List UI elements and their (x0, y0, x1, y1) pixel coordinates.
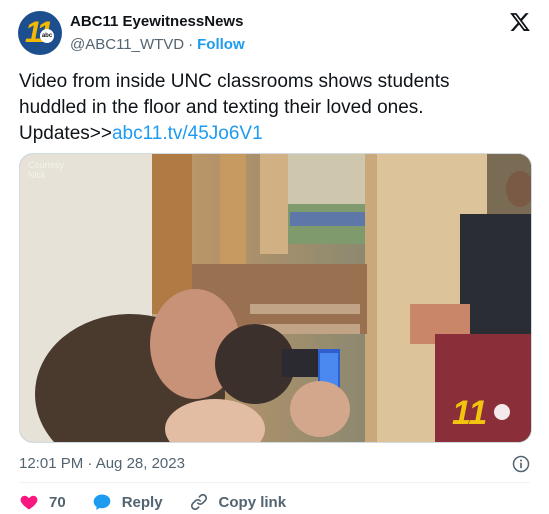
account-name[interactable]: ABC11 EyewitnessNews (70, 13, 243, 30)
like-count: 70 (49, 493, 66, 511)
reply-button[interactable]: Reply (92, 492, 163, 512)
tweet-actions: 70 Reply Copy link (19, 491, 312, 513)
tweet-timestamp[interactable]: 12:01 PM · Aug 28, 2023 (19, 455, 185, 472)
video-frame: 11 (20, 154, 531, 442)
tweet-card: 11 abc ABC11 EyewitnessNews @ABC11_WTVD ·… (0, 0, 549, 514)
separator-dot: · (188, 36, 194, 53)
tweet-text: Video from inside UNC classrooms shows s… (19, 69, 524, 147)
tweet-text-line-1: Video from inside UNC classrooms shows s… (19, 71, 450, 92)
video-watermark: Courtesy Nick (28, 160, 65, 180)
tweet-link[interactable]: abc11.tv/45Jo6V1 (112, 123, 263, 144)
tweet-video[interactable]: 11 Courtesy Nick (19, 153, 532, 443)
link-icon (190, 493, 207, 511)
handle-row: @ABC11_WTVD · Follow (70, 36, 245, 53)
tweet-text-line-2: huddled in the floor and texting their l… (19, 97, 424, 118)
reply-bubble-icon (93, 494, 111, 510)
corner-logo-text: 11 (452, 394, 487, 432)
account-handle[interactable]: @ABC11_WTVD (70, 36, 184, 53)
divider (19, 482, 530, 483)
tweet-text-prefix: Updates>> (19, 123, 112, 144)
info-icon[interactable] (511, 454, 531, 474)
reply-label: Reply (121, 493, 163, 511)
avatar[interactable]: 11 abc (18, 11, 62, 55)
avatar-logo-badge: abc (40, 29, 54, 43)
x-logo-icon[interactable] (509, 11, 531, 33)
follow-button[interactable]: Follow (197, 36, 245, 53)
copy-link-button[interactable]: Copy link (189, 492, 287, 512)
like-button[interactable]: 70 (19, 492, 66, 512)
tweet-text-line-3: Updates>>abc11.tv/45Jo6V1 (19, 121, 524, 147)
heart-icon (20, 495, 38, 510)
copy-link-label: Copy link (218, 493, 287, 511)
